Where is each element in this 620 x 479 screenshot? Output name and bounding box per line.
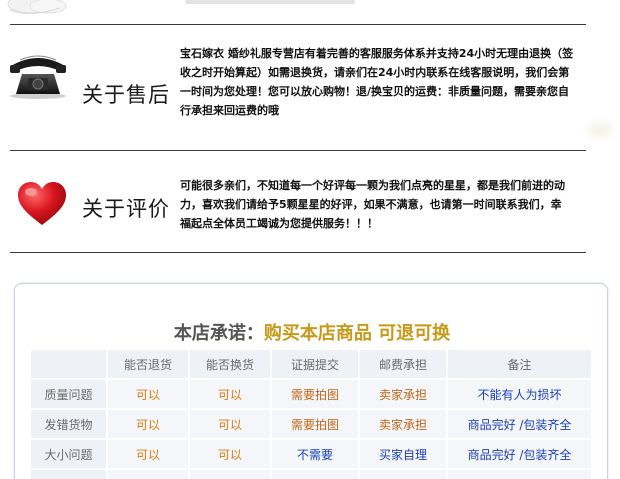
flower-decoration	[7, 0, 67, 14]
header-shipping: 邮费承担	[360, 350, 446, 378]
table-cell: 商品完好 /包装齐全	[448, 440, 591, 468]
header-exchange: 能否换货	[190, 350, 270, 378]
divider	[10, 252, 586, 253]
policy-header-row: 能否退货 能否换货 证据提交 邮费承担 备注	[31, 350, 591, 378]
table-cell: 不需要	[272, 440, 358, 468]
divider	[10, 24, 586, 25]
table-cell: 可以	[190, 440, 270, 468]
table-cell: 可以	[190, 410, 270, 438]
table-cell: 卖家承担	[360, 410, 446, 438]
policy-title-highlight: 购买本店商品 可退可换	[263, 323, 451, 344]
heart-icon	[18, 182, 66, 225]
table-cell: 可以	[190, 380, 270, 408]
row-label: 大小问题	[31, 440, 106, 468]
header-blank	[31, 350, 106, 378]
header-evidence: 证据提交	[272, 350, 358, 378]
row-label: 发错货物	[31, 410, 106, 438]
table-cell: 可以	[108, 410, 188, 438]
table-cell: 可以	[108, 380, 188, 408]
table-cell: 需要拍图	[272, 380, 358, 408]
table-row: 发错货物 可以 可以 需要拍图 卖家承担 商品完好 /包装齐全	[31, 410, 591, 438]
table-cell: 卖家承担	[360, 380, 446, 408]
table-row: 大小问题 可以 可以 不需要 买家自理 商品完好 /包装齐全	[31, 440, 591, 468]
review-section: 关于评价 可能很多亲们，不知道每一个好评每一颗为我们点亮的星星，都是我们前进的动…	[0, 165, 620, 255]
table-cell: 商品完好 /包装齐全	[448, 410, 591, 438]
table-cell: 需要拍图	[272, 410, 358, 438]
table-row: 质量问题 可以 可以 需要拍图 卖家承担 不能有人为损坏	[31, 380, 591, 408]
faint-decoration	[580, 116, 620, 144]
return-policy-panel: 本店承诺：购买本店商品 可退可换 能否退货 能否换货 证据提交 邮费承担 备注 …	[14, 283, 608, 479]
header-return: 能否退货	[108, 350, 188, 378]
review-text: 可能很多亲们，不知道每一个好评每一颗为我们点亮的星星，都是我们前进的动 力，喜欢…	[180, 179, 565, 230]
policy-title: 本店承诺：购买本店商品 可退可换	[15, 319, 609, 345]
policy-table: 能否退货 能否换货 证据提交 邮费承担 备注 质量问题 可以 可以 需要拍图 卖…	[29, 348, 593, 479]
after-sales-section: 关于售后 宝石嫁衣 婚纱礼服专营店有着完善的客服服务体系并支持24小时无理由退换…	[0, 34, 620, 144]
row-label: 质量问题	[31, 380, 106, 408]
after-sales-text: 宝石嫁衣 婚纱礼服专营店有着完善的客服服务体系并支持24小时无理由退换（签 收之…	[180, 47, 574, 117]
after-sales-title: 关于售后	[82, 83, 170, 107]
policy-title-prefix: 本店承诺：	[173, 323, 264, 344]
table-cell: 不能有人为损坏	[448, 380, 591, 408]
table-cell: 买家自理	[360, 440, 446, 468]
divider	[10, 150, 586, 151]
table-cell: 可以	[108, 440, 188, 468]
telephone-icon	[10, 55, 66, 99]
review-title: 关于评价	[82, 197, 170, 221]
faint-text-remnant	[185, 0, 355, 4]
table-row-cropped	[31, 470, 591, 479]
header-notes: 备注	[448, 350, 591, 378]
